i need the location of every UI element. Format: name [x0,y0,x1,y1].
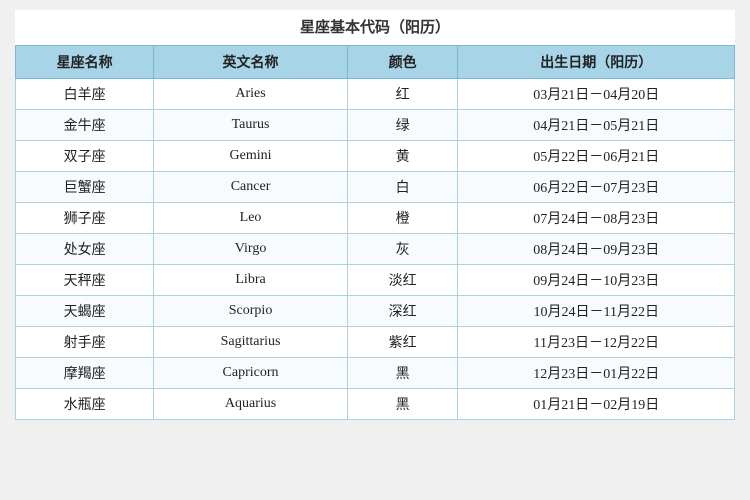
cell-color: 灰 [347,234,458,265]
zodiac-table: 星座名称 英文名称 颜色 出生日期（阳历） 白羊座Aries红03月21日－04… [15,45,735,420]
cell-birth-date: 06月22日－07月23日 [458,172,735,203]
cell-chinese-name: 白羊座 [16,79,154,110]
cell-color: 绿 [347,110,458,141]
cell-english-name: Virgo [154,234,348,265]
cell-birth-date: 10月24日－11月22日 [458,296,735,327]
header-birth-date: 出生日期（阳历） [458,46,735,79]
cell-chinese-name: 射手座 [16,327,154,358]
cell-chinese-name: 天秤座 [16,265,154,296]
cell-color: 黑 [347,358,458,389]
header-english-name: 英文名称 [154,46,348,79]
table-row: 巨蟹座Cancer白06月22日－07月23日 [16,172,735,203]
cell-chinese-name: 金牛座 [16,110,154,141]
table-row: 天秤座Libra淡红09月24日－10月23日 [16,265,735,296]
cell-chinese-name: 水瓶座 [16,389,154,420]
cell-chinese-name: 处女座 [16,234,154,265]
cell-english-name: Aquarius [154,389,348,420]
cell-chinese-name: 巨蟹座 [16,172,154,203]
cell-english-name: Taurus [154,110,348,141]
table-row: 白羊座Aries红03月21日－04月20日 [16,79,735,110]
cell-birth-date: 04月21日－05月21日 [458,110,735,141]
cell-english-name: Sagittarius [154,327,348,358]
main-container: 星座基本代码（阳历） 星座名称 英文名称 颜色 出生日期（阳历） 白羊座Arie… [15,10,735,420]
table-row: 双子座Gemini黄05月22日－06月21日 [16,141,735,172]
cell-chinese-name: 狮子座 [16,203,154,234]
cell-birth-date: 03月21日－04月20日 [458,79,735,110]
cell-color: 黑 [347,389,458,420]
cell-chinese-name: 摩羯座 [16,358,154,389]
table-row: 射手座Sagittarius紫红11月23日－12月22日 [16,327,735,358]
cell-color: 橙 [347,203,458,234]
cell-color: 白 [347,172,458,203]
table-row: 狮子座Leo橙07月24日－08月23日 [16,203,735,234]
cell-color: 紫红 [347,327,458,358]
cell-color: 黄 [347,141,458,172]
cell-english-name: Cancer [154,172,348,203]
page-title: 星座基本代码（阳历） [15,10,735,45]
header-color: 颜色 [347,46,458,79]
cell-birth-date: 12月23日－01月22日 [458,358,735,389]
cell-english-name: Aries [154,79,348,110]
cell-color: 深红 [347,296,458,327]
cell-english-name: Leo [154,203,348,234]
cell-chinese-name: 天蝎座 [16,296,154,327]
cell-birth-date: 01月21日－02月19日 [458,389,735,420]
table-row: 水瓶座Aquarius黑01月21日－02月19日 [16,389,735,420]
cell-english-name: Scorpio [154,296,348,327]
table-header-row: 星座名称 英文名称 颜色 出生日期（阳历） [16,46,735,79]
cell-birth-date: 08月24日－09月23日 [458,234,735,265]
cell-color: 淡红 [347,265,458,296]
cell-birth-date: 05月22日－06月21日 [458,141,735,172]
header-chinese-name: 星座名称 [16,46,154,79]
table-row: 处女座Virgo灰08月24日－09月23日 [16,234,735,265]
cell-chinese-name: 双子座 [16,141,154,172]
cell-birth-date: 11月23日－12月22日 [458,327,735,358]
cell-color: 红 [347,79,458,110]
table-row: 天蝎座Scorpio深红10月24日－11月22日 [16,296,735,327]
cell-birth-date: 07月24日－08月23日 [458,203,735,234]
table-row: 摩羯座Capricorn黑12月23日－01月22日 [16,358,735,389]
cell-english-name: Gemini [154,141,348,172]
cell-english-name: Libra [154,265,348,296]
cell-birth-date: 09月24日－10月23日 [458,265,735,296]
cell-english-name: Capricorn [154,358,348,389]
table-row: 金牛座Taurus绿04月21日－05月21日 [16,110,735,141]
